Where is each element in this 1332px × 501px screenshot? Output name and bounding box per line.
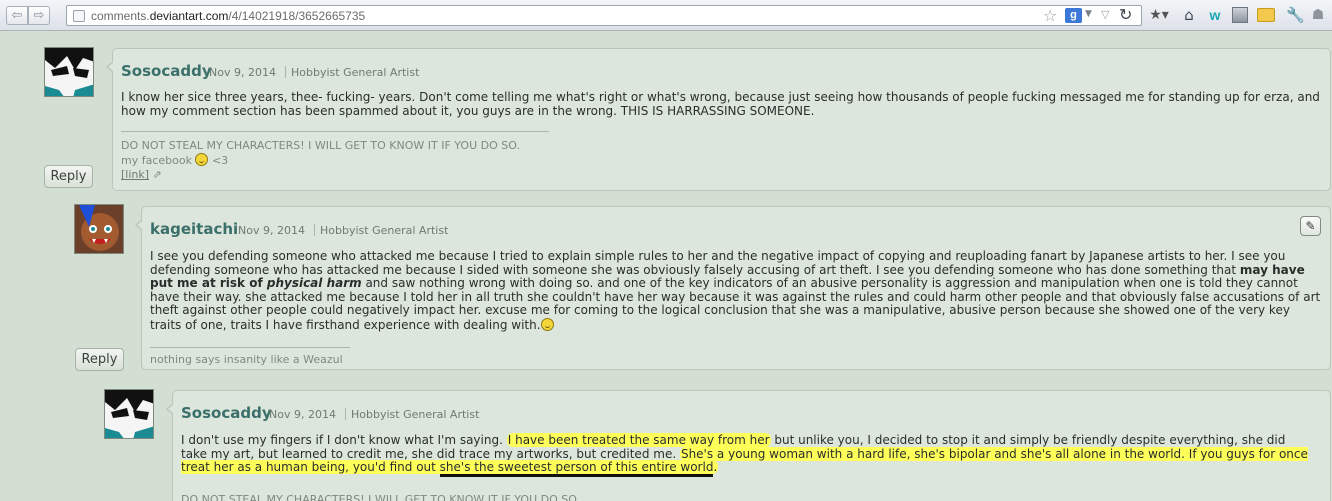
folder-icon[interactable]: [1257, 8, 1275, 22]
wrench-icon[interactable]: 🔧: [1286, 6, 1305, 24]
comment-box: kageitachi Nov 9, 2014 Hobbyist General …: [135, 206, 1331, 370]
username-link[interactable]: Sosocaddy: [121, 62, 212, 80]
smiley-icon: [195, 153, 209, 166]
reply-button[interactable]: Reply: [44, 165, 93, 188]
avatar[interactable]: [44, 47, 94, 97]
edit-button[interactable]: ✎: [1300, 216, 1321, 236]
signature-divider: [150, 347, 350, 348]
star-icon[interactable]: ☆: [1043, 6, 1057, 25]
reload-icon[interactable]: ↻: [1119, 5, 1132, 24]
username-link[interactable]: Sosocaddy: [181, 404, 272, 422]
url-text: comments.deviantart.com/4/14021918/36526…: [91, 9, 366, 23]
comment-body: I see you defending someone who attacked…: [150, 249, 1321, 332]
extension-w-icon[interactable]: w: [1206, 6, 1224, 24]
signature-line: DO NOT STEAL MY CHARACTERS! I WILL GET T…: [181, 493, 580, 501]
back-button[interactable]: ⇦: [6, 6, 28, 25]
forward-button[interactable]: ⇨: [28, 6, 50, 25]
underlined-text: she's the sweetest person of this entire…: [439, 460, 714, 478]
smiley-icon: [540, 317, 554, 331]
comment-date[interactable]: Nov 9, 2014: [238, 224, 305, 237]
user-tagline: Hobbyist General Artist: [320, 224, 449, 237]
comment-box: Sosocaddy Nov 9, 2014 Hobbyist General A…: [106, 48, 1331, 191]
user-tagline: Hobbyist General Artist: [351, 408, 480, 421]
reply-button[interactable]: Reply: [75, 348, 124, 371]
username-link[interactable]: kageitachi: [150, 220, 238, 238]
signature-line: DO NOT STEAL MY CHARACTERS! I WILL GET T…: [121, 139, 520, 152]
user-tagline: Hobbyist General Artist: [291, 66, 420, 79]
home-icon[interactable]: ⌂: [1180, 6, 1198, 24]
avatar[interactable]: [74, 204, 124, 254]
bookmarks-icon[interactable]: ★▾: [1148, 6, 1170, 24]
comment-body: I know her sice three years, thee- fucki…: [121, 90, 1320, 118]
signature-facebook: my facebook <3: [121, 153, 229, 167]
signature-line: nothing says insanity like a Weazul: [150, 353, 343, 366]
address-bar[interactable]: comments.deviantart.com/4/14021918/36526…: [66, 5, 1142, 26]
search-engine-icon[interactable]: g: [1065, 8, 1082, 23]
external-link-icon: ⇗: [152, 168, 162, 181]
comment-date[interactable]: Nov 9, 2014: [209, 66, 276, 79]
comment-body: I don't use my fingers if I don't know w…: [181, 433, 1313, 478]
divider: [314, 224, 315, 236]
highlighted-text: I have been treated the same way from he…: [506, 433, 771, 447]
comment-box: Sosocaddy Nov 9, 2014 Hobbyist General A…: [166, 390, 1331, 501]
chevron-down-icon[interactable]: ▼: [1085, 9, 1092, 19]
ghost-icon[interactable]: ☗: [1310, 6, 1326, 24]
browser-toolbar: ⇦ ⇨ comments.deviantart.com/4/14021918/3…: [0, 0, 1332, 31]
filter-icon[interactable]: ▽: [1101, 8, 1109, 21]
comment-date[interactable]: Nov 9, 2014: [269, 408, 336, 421]
avatar[interactable]: [104, 389, 154, 439]
signature-divider: [121, 131, 549, 132]
signature-link[interactable]: [link] ⇗: [121, 168, 162, 181]
page-icon: [73, 10, 85, 22]
divider: [345, 408, 346, 420]
divider: [285, 66, 286, 78]
extension-box-icon[interactable]: [1232, 7, 1248, 23]
